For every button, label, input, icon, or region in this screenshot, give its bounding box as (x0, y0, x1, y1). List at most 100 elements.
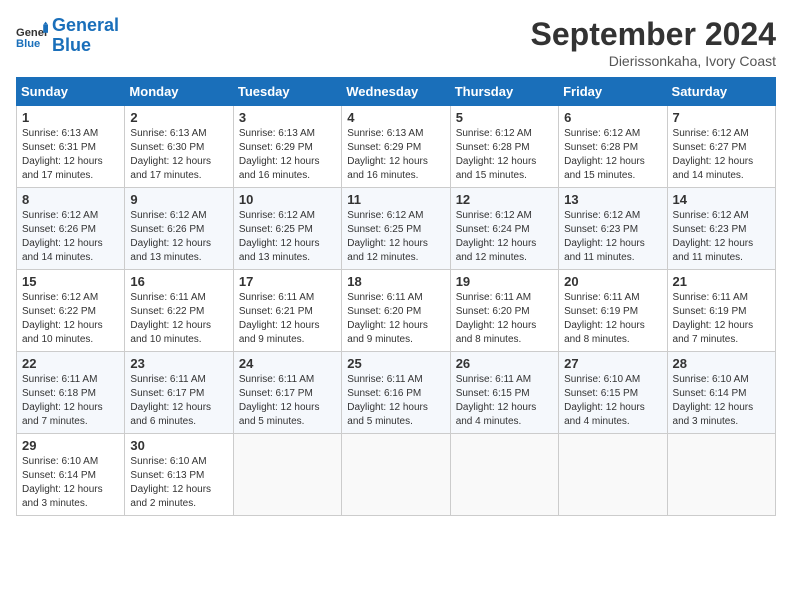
calendar-cell (450, 434, 558, 516)
day-info: Sunrise: 6:11 AM Sunset: 6:17 PM Dayligh… (239, 373, 336, 429)
day-info: Sunrise: 6:10 AM Sunset: 6:14 PM Dayligh… (673, 373, 770, 429)
calendar-week-1: 1 Sunrise: 6:13 AM Sunset: 6:31 PM Daylig… (17, 106, 776, 188)
svg-text:Blue: Blue (16, 38, 40, 50)
day-info: Sunrise: 6:12 AM Sunset: 6:23 PM Dayligh… (564, 209, 661, 265)
day-info: Sunrise: 6:12 AM Sunset: 6:25 PM Dayligh… (347, 209, 444, 265)
calendar-cell: 26 Sunrise: 6:11 AM Sunset: 6:15 PM Dayli… (450, 352, 558, 434)
calendar-week-3: 15 Sunrise: 6:12 AM Sunset: 6:22 PM Dayli… (17, 270, 776, 352)
calendar-cell: 1 Sunrise: 6:13 AM Sunset: 6:31 PM Daylig… (17, 106, 125, 188)
day-info: Sunrise: 6:10 AM Sunset: 6:13 PM Dayligh… (130, 455, 227, 511)
day-info: Sunrise: 6:13 AM Sunset: 6:29 PM Dayligh… (239, 127, 336, 183)
calendar-header-row: SundayMondayTuesdayWednesdayThursdayFrid… (17, 78, 776, 106)
day-info: Sunrise: 6:11 AM Sunset: 6:20 PM Dayligh… (456, 291, 553, 347)
day-number: 11 (347, 192, 444, 207)
calendar-cell: 21 Sunrise: 6:11 AM Sunset: 6:19 PM Dayli… (667, 270, 775, 352)
day-info: Sunrise: 6:10 AM Sunset: 6:15 PM Dayligh… (564, 373, 661, 429)
calendar-week-4: 22Sunrise: 6:11 AM Sunset: 6:18 PM Dayli… (17, 352, 776, 434)
day-number: 10 (239, 192, 336, 207)
day-number: 15 (22, 274, 119, 289)
calendar-cell: 12Sunrise: 6:12 AM Sunset: 6:24 PM Dayli… (450, 188, 558, 270)
day-number: 26 (456, 356, 553, 371)
day-number: 4 (347, 110, 444, 125)
calendar-cell (233, 434, 341, 516)
calendar-cell: 4 Sunrise: 6:13 AM Sunset: 6:29 PM Daylig… (342, 106, 450, 188)
calendar-cell: 2 Sunrise: 6:13 AM Sunset: 6:30 PM Daylig… (125, 106, 233, 188)
col-header-wednesday: Wednesday (342, 78, 450, 106)
calendar-cell: 7Sunrise: 6:12 AM Sunset: 6:27 PM Daylig… (667, 106, 775, 188)
location-subtitle: Dierissonkaha, Ivory Coast (531, 53, 776, 69)
day-number: 17 (239, 274, 336, 289)
day-info: Sunrise: 6:11 AM Sunset: 6:15 PM Dayligh… (456, 373, 553, 429)
day-info: Sunrise: 6:12 AM Sunset: 6:22 PM Dayligh… (22, 291, 119, 347)
calendar-cell: 9 Sunrise: 6:12 AM Sunset: 6:26 PM Daylig… (125, 188, 233, 270)
day-number: 24 (239, 356, 336, 371)
day-info: Sunrise: 6:10 AM Sunset: 6:14 PM Dayligh… (22, 455, 119, 511)
calendar-cell: 17 Sunrise: 6:11 AM Sunset: 6:21 PM Dayli… (233, 270, 341, 352)
day-info: Sunrise: 6:11 AM Sunset: 6:22 PM Dayligh… (130, 291, 227, 347)
col-header-tuesday: Tuesday (233, 78, 341, 106)
calendar-cell: 30 Sunrise: 6:10 AM Sunset: 6:13 PM Dayli… (125, 434, 233, 516)
day-info: Sunrise: 6:12 AM Sunset: 6:26 PM Dayligh… (130, 209, 227, 265)
calendar-week-2: 8Sunrise: 6:12 AM Sunset: 6:26 PM Daylig… (17, 188, 776, 270)
month-title: September 2024 (531, 16, 776, 53)
calendar-cell: 24 Sunrise: 6:11 AM Sunset: 6:17 PM Dayli… (233, 352, 341, 434)
day-number: 18 (347, 274, 444, 289)
calendar-cell (559, 434, 667, 516)
logo-text: GeneralBlue (52, 16, 119, 56)
day-info: Sunrise: 6:12 AM Sunset: 6:25 PM Dayligh… (239, 209, 336, 265)
logo-icon: General Blue (16, 20, 48, 52)
day-number: 28 (673, 356, 770, 371)
day-info: Sunrise: 6:13 AM Sunset: 6:29 PM Dayligh… (347, 127, 444, 183)
day-number: 25 (347, 356, 444, 371)
col-header-thursday: Thursday (450, 78, 558, 106)
day-number: 13 (564, 192, 661, 207)
day-number: 21 (673, 274, 770, 289)
page-header: General Blue GeneralBlue September 2024 … (16, 16, 776, 69)
day-info: Sunrise: 6:11 AM Sunset: 6:19 PM Dayligh… (673, 291, 770, 347)
day-number: 22 (22, 356, 119, 371)
title-block: September 2024 Dierissonkaha, Ivory Coas… (531, 16, 776, 69)
day-info: Sunrise: 6:11 AM Sunset: 6:17 PM Dayligh… (130, 373, 227, 429)
day-info: Sunrise: 6:12 AM Sunset: 6:28 PM Dayligh… (564, 127, 661, 183)
col-header-sunday: Sunday (17, 78, 125, 106)
day-info: Sunrise: 6:12 AM Sunset: 6:23 PM Dayligh… (673, 209, 770, 265)
day-number: 9 (130, 192, 227, 207)
day-info: Sunrise: 6:13 AM Sunset: 6:31 PM Dayligh… (22, 127, 119, 183)
calendar-table: SundayMondayTuesdayWednesdayThursdayFrid… (16, 77, 776, 516)
day-info: Sunrise: 6:12 AM Sunset: 6:26 PM Dayligh… (22, 209, 119, 265)
col-header-saturday: Saturday (667, 78, 775, 106)
day-number: 7 (673, 110, 770, 125)
day-info: Sunrise: 6:11 AM Sunset: 6:20 PM Dayligh… (347, 291, 444, 347)
calendar-cell: 5 Sunrise: 6:12 AM Sunset: 6:28 PM Daylig… (450, 106, 558, 188)
day-number: 3 (239, 110, 336, 125)
calendar-body: 1 Sunrise: 6:13 AM Sunset: 6:31 PM Daylig… (17, 106, 776, 516)
day-number: 12 (456, 192, 553, 207)
calendar-cell: 23 Sunrise: 6:11 AM Sunset: 6:17 PM Dayli… (125, 352, 233, 434)
col-header-friday: Friday (559, 78, 667, 106)
calendar-cell: 27Sunrise: 6:10 AM Sunset: 6:15 PM Dayli… (559, 352, 667, 434)
calendar-cell: 14 Sunrise: 6:12 AM Sunset: 6:23 PM Dayli… (667, 188, 775, 270)
day-number: 1 (22, 110, 119, 125)
day-info: Sunrise: 6:11 AM Sunset: 6:21 PM Dayligh… (239, 291, 336, 347)
day-number: 29 (22, 438, 119, 453)
day-number: 19 (456, 274, 553, 289)
col-header-monday: Monday (125, 78, 233, 106)
day-info: Sunrise: 6:13 AM Sunset: 6:30 PM Dayligh… (130, 127, 227, 183)
calendar-cell: 10 Sunrise: 6:12 AM Sunset: 6:25 PM Dayli… (233, 188, 341, 270)
day-info: Sunrise: 6:11 AM Sunset: 6:19 PM Dayligh… (564, 291, 661, 347)
day-number: 2 (130, 110, 227, 125)
day-info: Sunrise: 6:12 AM Sunset: 6:28 PM Dayligh… (456, 127, 553, 183)
calendar-cell (667, 434, 775, 516)
calendar-cell (342, 434, 450, 516)
day-number: 5 (456, 110, 553, 125)
day-number: 23 (130, 356, 227, 371)
day-number: 6 (564, 110, 661, 125)
calendar-cell: 18 Sunrise: 6:11 AM Sunset: 6:20 PM Dayli… (342, 270, 450, 352)
day-info: Sunrise: 6:11 AM Sunset: 6:16 PM Dayligh… (347, 373, 444, 429)
day-number: 30 (130, 438, 227, 453)
logo: General Blue GeneralBlue (16, 16, 119, 56)
calendar-cell: 13 Sunrise: 6:12 AM Sunset: 6:23 PM Dayli… (559, 188, 667, 270)
day-number: 14 (673, 192, 770, 207)
calendar-cell: 6 Sunrise: 6:12 AM Sunset: 6:28 PM Daylig… (559, 106, 667, 188)
calendar-week-5: 29 Sunrise: 6:10 AM Sunset: 6:14 PM Dayli… (17, 434, 776, 516)
